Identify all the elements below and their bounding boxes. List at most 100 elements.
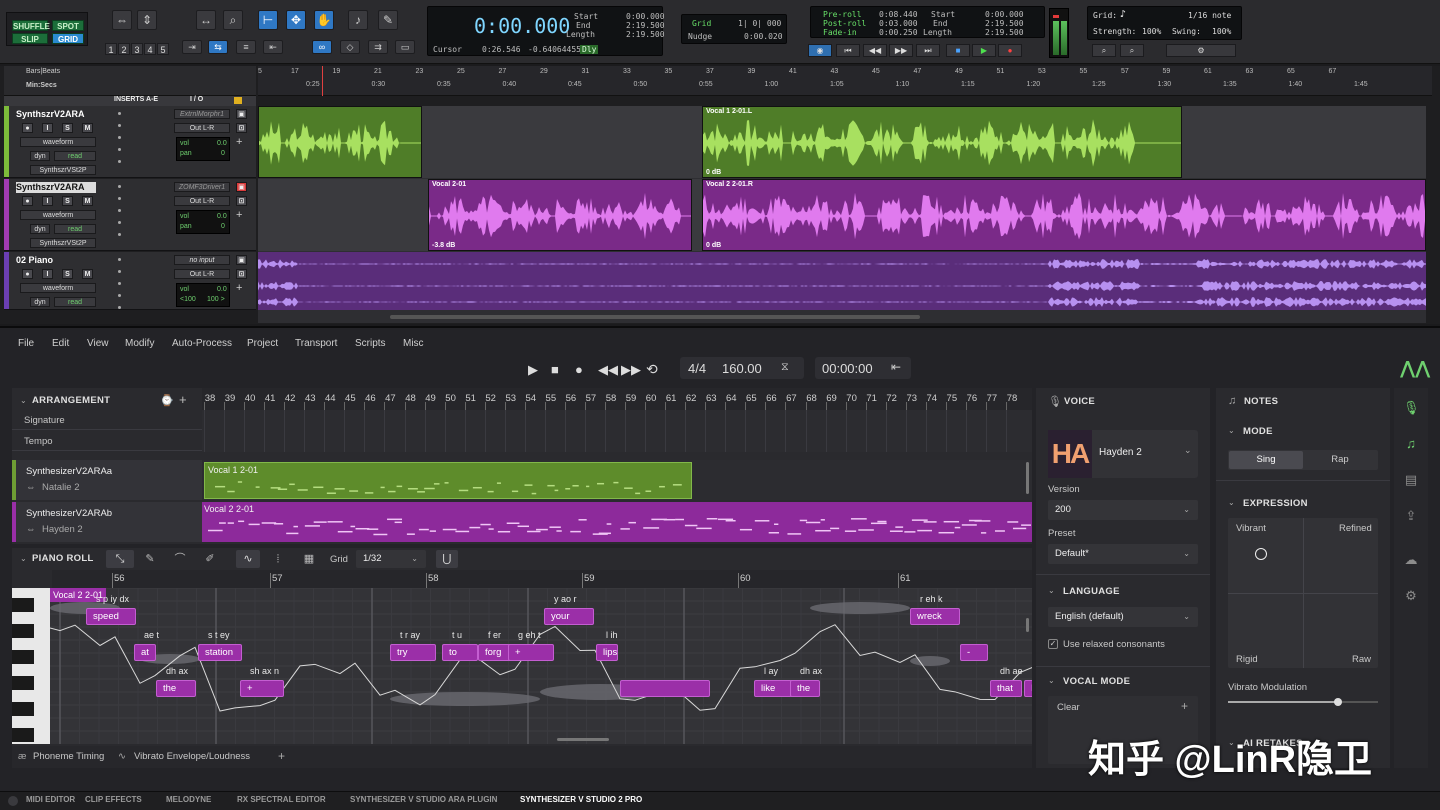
- audio-clip-2[interactable]: Vocal 1 2-01.L 0 dB: [702, 106, 1182, 178]
- note-block[interactable]: the: [790, 680, 820, 697]
- loop-record-icon[interactable]: ∞: [312, 40, 332, 54]
- note-tool-icon[interactable]: ✎: [138, 550, 162, 568]
- black-key[interactable]: [12, 702, 34, 716]
- sv-forward-icon[interactable]: ▶▶: [621, 362, 641, 378]
- add-insert-icon[interactable]: +: [236, 136, 242, 148]
- metronome-icon[interactable]: ⧖: [781, 361, 789, 374]
- trim-tool-icon[interactable]: ⊢: [258, 10, 278, 30]
- arr-lane-b[interactable]: Vocal 2 2-01: [202, 502, 1032, 542]
- expression-pad[interactable]: Vibrant Refined Rigid Raw: [1228, 518, 1378, 668]
- insert-slot-dot[interactable]: [118, 270, 121, 273]
- pan-left-value[interactable]: <100: [180, 296, 196, 303]
- zoomer-tool-icon[interactable]: ↔: [196, 10, 216, 30]
- sing-button[interactable]: Sing: [1229, 451, 1303, 469]
- voice-selector[interactable]: HA Hayden 2 ⌄: [1048, 430, 1198, 478]
- note-block[interactable]: +: [240, 680, 284, 697]
- expression-handle[interactable]: [1255, 548, 1267, 560]
- arr-track-a[interactable]: SynthesizerV2ARAa ⇔ Natalie 2: [12, 460, 202, 500]
- mute-button[interactable]: M: [82, 123, 93, 133]
- track-rec-icon[interactable]: ▣: [236, 182, 247, 192]
- language-dropdown[interactable]: English (default) ⌄: [1048, 607, 1198, 627]
- menu-modify[interactable]: Modify: [125, 338, 154, 349]
- track-view-select[interactable]: waveform: [20, 283, 96, 293]
- vol-value[interactable]: 0.0: [217, 213, 227, 220]
- calendar-icon[interactable]: ▦: [298, 550, 320, 568]
- sel-end-value[interactable]: 2:19.500: [626, 21, 665, 30]
- arr-scrollbar[interactable]: [1026, 462, 1029, 494]
- swing-value[interactable]: 100%: [1212, 27, 1231, 36]
- menu-view[interactable]: View: [87, 338, 109, 349]
- tab-synthv-pro[interactable]: SYNTHESIZER V STUDIO 2 PRO: [520, 795, 642, 804]
- tab-toggle-icon[interactable]: [8, 796, 18, 806]
- rec-button[interactable]: ●: [22, 269, 33, 279]
- version-dropdown[interactable]: 200 ⌄: [1048, 500, 1198, 520]
- arrangement-ruler[interactable]: 38 39 40 41 42 43 44 45 46 47 48 49 50 51 52 53 54 55 56 57…: [202, 388, 1032, 410]
- slip-mode-button[interactable]: SLIP: [12, 33, 48, 44]
- menu-edit[interactable]: Edit: [52, 338, 69, 349]
- automation-mode-select[interactable]: read: [54, 151, 96, 161]
- pencil-tool-icon[interactable]: ✎: [378, 10, 398, 30]
- vibrato-tab[interactable]: Vibrato Envelope/Loudness: [134, 751, 250, 762]
- phoneme-timing-tab[interactable]: Phoneme Timing: [33, 751, 104, 762]
- shield-icon[interactable]: ◇: [340, 40, 360, 54]
- note-block[interactable]: try: [390, 644, 436, 661]
- solo-button[interactable]: S: [62, 123, 73, 133]
- insert-slot[interactable]: ExtrnlMorphr1: [174, 109, 230, 119]
- track-lanes[interactable]: Vocal 1 2-01.L 0 dB Vocal 2-01 -3.8 dB V…: [258, 106, 1426, 323]
- pen-tool-icon[interactable]: ✐: [198, 550, 222, 568]
- t-start-value[interactable]: 0:00.000: [985, 10, 1024, 19]
- note-block[interactable]: +: [508, 644, 554, 661]
- grid-nudge-display[interactable]: Grid 1| 0| 000 Nudge 0:00.020: [681, 14, 787, 44]
- add-insert-icon[interactable]: +: [236, 209, 242, 221]
- grid-mode-button[interactable]: GRID: [52, 33, 84, 44]
- lock-icon[interactable]: [234, 97, 242, 104]
- strength-value[interactable]: 100%: [1142, 27, 1161, 36]
- track-header[interactable]: 02 Piano ● I S Mwaveform dyn read no input Out L…: [4, 252, 256, 310]
- sv-play-icon[interactable]: ▶: [528, 362, 538, 378]
- rap-button[interactable]: Rap: [1303, 451, 1377, 469]
- export-icon[interactable]: ⇪: [1403, 508, 1419, 524]
- dyn-button[interactable]: dyn: [30, 297, 50, 307]
- t-length-value[interactable]: 2:19.500: [985, 28, 1024, 37]
- insert-icon[interactable]: ⇤: [263, 40, 283, 54]
- audio-clip-1[interactable]: [258, 106, 422, 178]
- settings-gear-icon[interactable]: ⚙: [1166, 44, 1236, 57]
- automation-mode-select[interactable]: read: [54, 297, 96, 307]
- tab-melodyne[interactable]: MELODYNE: [166, 795, 211, 804]
- menu-misc[interactable]: Misc: [403, 338, 424, 349]
- midi-zoom-icon[interactable]: ⌕: [1092, 44, 1116, 57]
- black-key[interactable]: [12, 676, 34, 690]
- online-icon[interactable]: ◉: [808, 44, 832, 57]
- audio-clip-3[interactable]: Vocal 2-01 -3.8 dB: [428, 179, 692, 251]
- add-insert-icon[interactable]: +: [236, 282, 242, 294]
- track-name[interactable]: 02 Piano: [16, 255, 96, 266]
- menu-transport[interactable]: Transport: [295, 338, 337, 349]
- insert-slot-dot[interactable]: [118, 124, 121, 127]
- dyn-button[interactable]: dyn: [30, 224, 50, 234]
- insert-slot-dot[interactable]: [118, 221, 121, 224]
- add-track-icon[interactable]: +: [179, 392, 187, 407]
- arrangement-grid[interactable]: [202, 410, 1032, 452]
- grid-dropdown[interactable]: 1/32 ⌄: [356, 550, 426, 568]
- sync-icon[interactable]: ⇤: [891, 360, 901, 374]
- insert-slot-dot[interactable]: [118, 136, 121, 139]
- black-key[interactable]: [12, 598, 34, 612]
- note-block[interactable]: lips: [596, 644, 618, 661]
- insert-slot-dot[interactable]: [118, 160, 121, 163]
- mute-button[interactable]: M: [82, 196, 93, 206]
- microphone-icon[interactable]: 🎙: [1403, 400, 1420, 416]
- magnify-icon[interactable]: ⌕: [223, 10, 243, 30]
- clear-button[interactable]: Clear: [1057, 702, 1080, 713]
- tab-clip-effects[interactable]: CLIP EFFECTS: [85, 795, 142, 804]
- arr-clip-vocal-1[interactable]: Vocal 1 2-01: [204, 462, 692, 499]
- position-value[interactable]: 00:00:00: [822, 361, 873, 376]
- piano-keyboard[interactable]: [12, 588, 50, 744]
- playhead-marker[interactable]: [322, 66, 323, 96]
- track-header[interactable]: SynthszrV2ARA ● I S Mwaveform dyn read Synthszr…: [4, 179, 256, 251]
- track-input-icon[interactable]: ⊡: [236, 123, 247, 133]
- tab-midi-editor[interactable]: MIDI EDITOR: [26, 795, 75, 804]
- document-icon[interactable]: ▤: [1403, 472, 1419, 488]
- output-select[interactable]: Out L-R: [174, 123, 230, 133]
- t-end-value[interactable]: 2:19.500: [985, 19, 1024, 28]
- horizontal-scrollbar[interactable]: [390, 315, 920, 319]
